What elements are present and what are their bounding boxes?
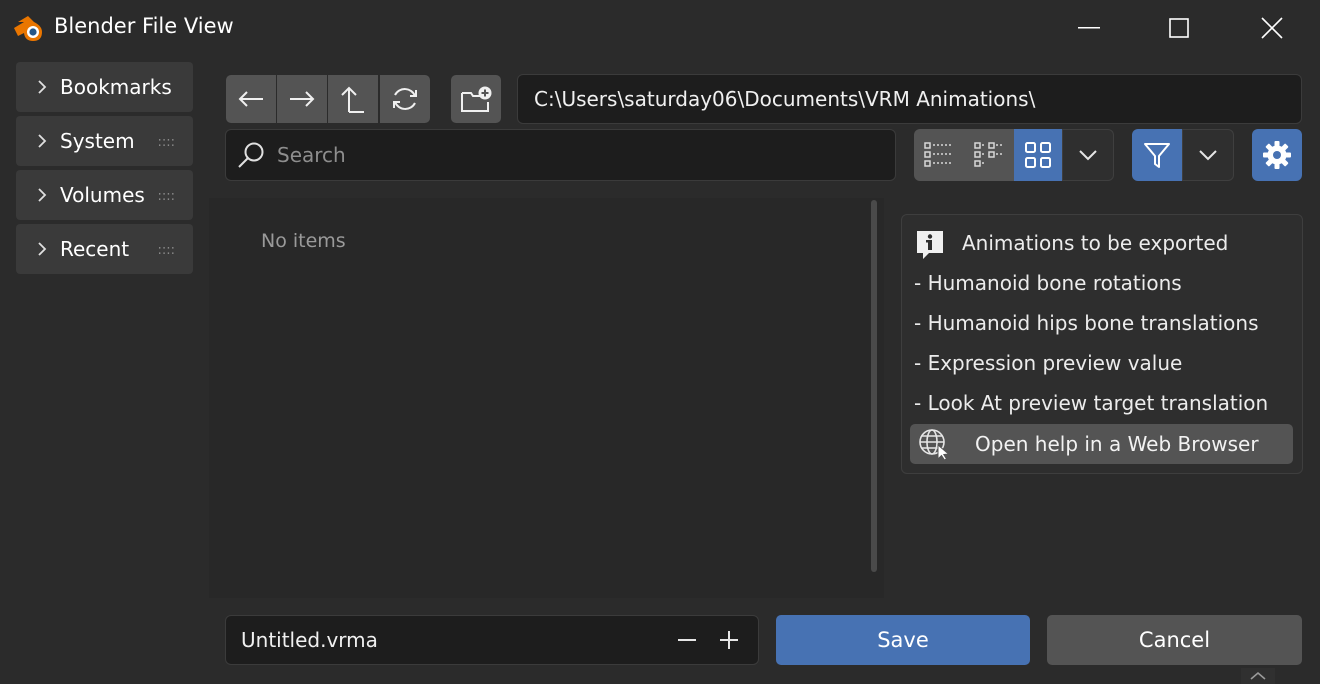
filter-icon — [1144, 143, 1170, 168]
minimize-button[interactable] — [1065, 8, 1113, 48]
options-button[interactable] — [1252, 129, 1302, 181]
open-help-label: Open help in a Web Browser — [975, 432, 1259, 456]
filter-settings-dropdown[interactable] — [1182, 129, 1234, 181]
arrow-left-icon — [238, 91, 263, 107]
chevron-right-icon — [38, 80, 47, 94]
search-input[interactable]: Search — [225, 129, 896, 181]
increment-filename-button[interactable] — [716, 628, 742, 652]
chevron-down-icon — [1199, 150, 1217, 161]
decrement-filename-button[interactable] — [674, 628, 700, 652]
minus-icon — [678, 639, 696, 641]
cancel-button[interactable]: Cancel — [1047, 615, 1302, 665]
minimize-icon — [1078, 27, 1100, 29]
sidebar-item-recent[interactable]: Recent :::: — [16, 224, 193, 274]
parent-directory-button[interactable] — [327, 74, 379, 124]
chevron-right-icon — [38, 188, 47, 202]
chevron-up-icon — [1250, 671, 1266, 680]
empty-list-message: No items — [261, 230, 346, 252]
directory-path-field[interactable]: C:\Users\saturday06\Documents\VRM Animat… — [517, 74, 1302, 124]
plus-icon — [720, 631, 738, 649]
drag-grip-icon[interactable]: :::: — [157, 135, 175, 150]
expand-region-handle[interactable] — [1241, 668, 1275, 684]
forward-button[interactable] — [276, 74, 328, 124]
open-help-button[interactable]: Open help in a Web Browser — [910, 424, 1293, 464]
drag-grip-icon[interactable]: :::: — [157, 243, 175, 258]
thumbnails-icon — [1025, 142, 1051, 168]
parent-directory-icon — [341, 86, 364, 113]
display-mode-horizontal-list[interactable] — [964, 129, 1014, 181]
sidebar-item-volumes[interactable]: Volumes :::: — [16, 170, 193, 220]
drag-grip-icon[interactable]: :::: — [157, 189, 175, 204]
search-icon — [238, 142, 264, 168]
save-button[interactable]: Save — [776, 615, 1030, 665]
list-horizontal-icon — [974, 142, 1003, 167]
sidebar-item-label: Bookmarks — [60, 75, 172, 99]
maximize-button[interactable] — [1155, 8, 1203, 48]
blender-logo-icon — [12, 14, 46, 44]
file-list-area[interactable] — [209, 198, 884, 598]
back-button[interactable] — [225, 74, 277, 124]
info-line: - Expression preview value — [914, 351, 1183, 375]
sidebar-item-label: System — [60, 129, 135, 153]
close-button[interactable] — [1248, 8, 1296, 48]
close-icon — [1261, 17, 1283, 39]
new-folder-icon — [461, 86, 492, 112]
new-folder-button[interactable] — [450, 74, 502, 124]
list-vertical-icon — [924, 142, 953, 167]
info-line: - Humanoid bone rotations — [914, 271, 1182, 295]
refresh-button[interactable] — [379, 74, 431, 124]
file-list-scrollbar[interactable] — [871, 200, 877, 572]
sidebar-item-bookmarks[interactable]: Bookmarks — [16, 62, 193, 112]
info-line: - Look At preview target translation — [914, 391, 1269, 415]
filename-value: Untitled.vrma — [241, 628, 378, 652]
info-icon — [915, 229, 945, 261]
gear-icon — [1263, 141, 1291, 169]
sidebar-item-label: Recent — [60, 237, 130, 261]
maximize-icon — [1169, 18, 1189, 38]
filter-toggle-button[interactable] — [1132, 129, 1182, 181]
chevron-right-icon — [38, 242, 47, 256]
refresh-icon — [393, 88, 417, 110]
display-mode-thumbnails[interactable] — [1014, 129, 1062, 181]
search-placeholder: Search — [277, 143, 346, 167]
display-mode-vertical-list[interactable] — [914, 129, 964, 181]
arrow-right-icon — [290, 91, 315, 107]
window-title: Blender File View — [54, 14, 234, 38]
display-settings-dropdown[interactable] — [1062, 129, 1114, 181]
sidebar-item-system[interactable]: System :::: — [16, 116, 193, 166]
chevron-right-icon — [38, 134, 47, 148]
info-line: - Humanoid hips bone translations — [914, 311, 1259, 335]
sidebar-item-label: Volumes — [60, 183, 145, 207]
chevron-down-icon — [1079, 150, 1097, 161]
globe-icon — [919, 429, 950, 460]
info-heading: Animations to be exported — [962, 231, 1229, 255]
